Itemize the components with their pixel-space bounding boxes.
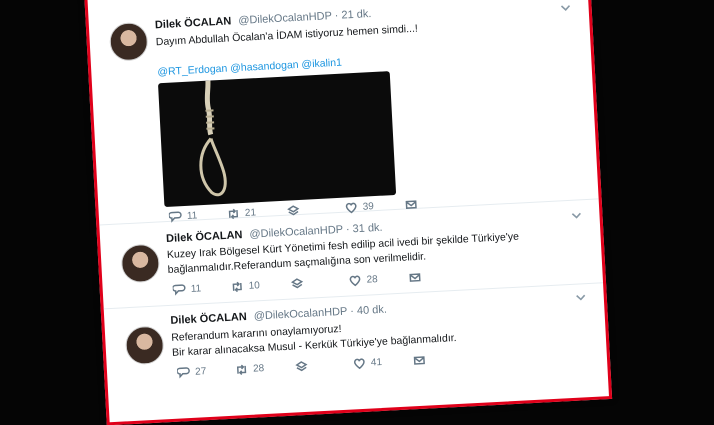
retweet-icon (232, 281, 242, 293)
chevron-down-icon[interactable] (560, 0, 571, 11)
noose-icon (199, 80, 227, 197)
chevron-down-icon[interactable] (571, 207, 582, 219)
timestamp[interactable]: · 40 dk. (350, 304, 387, 318)
heart-icon (354, 358, 365, 370)
retweet-button[interactable]: 10 (230, 278, 291, 294)
reply-icon (172, 284, 186, 296)
chevron-down-icon[interactable] (575, 289, 586, 301)
message-button[interactable] (413, 354, 427, 368)
stack-button[interactable] (295, 357, 354, 373)
reply-icon (176, 367, 190, 379)
envelope-icon (413, 356, 425, 365)
message-button[interactable] (408, 271, 422, 285)
avatar[interactable] (108, 21, 149, 62)
timestamp[interactable]: · 31 dk. (346, 222, 383, 236)
like-count: 41 (370, 356, 383, 369)
stack-icon (295, 361, 308, 372)
user-handle[interactable]: @DilekOcalanHDP (238, 10, 332, 27)
user-handle[interactable]: @DilekOcalanHDP (253, 306, 347, 323)
like-button[interactable]: 28 (348, 271, 409, 287)
display-name[interactable]: Dilek ÖCALAN (166, 229, 243, 245)
stack-icon (290, 278, 304, 289)
avatar[interactable] (120, 243, 161, 284)
screenshot-sheet: Dilek ÖCALAN @DilekOcalanHDP · 21 dk. Da… (84, 0, 613, 425)
display-name[interactable]: Dilek ÖCALAN (170, 311, 247, 327)
retweet-button[interactable]: 28 (235, 360, 296, 376)
reply-count: 27 (194, 366, 207, 378)
like-button[interactable]: 41 (353, 354, 414, 370)
noose-image[interactable] (157, 71, 397, 208)
avatar[interactable] (124, 325, 165, 366)
heart-icon (349, 275, 361, 287)
display-name[interactable]: Dilek ÖCALAN (155, 15, 232, 31)
like-count: 28 (366, 274, 378, 286)
retweet-icon (236, 364, 247, 375)
retweet-count: 28 (252, 363, 265, 375)
reply-button[interactable]: 11 (172, 281, 231, 297)
reply-count: 11 (190, 283, 202, 295)
timestamp[interactable]: · 21 dk. (334, 8, 371, 22)
stack-button[interactable] (290, 275, 349, 291)
reply-button[interactable]: 27 (176, 364, 236, 380)
envelope-icon (409, 273, 421, 282)
tweet-1[interactable]: Dilek ÖCALAN @DilekOcalanHDP · 21 dk. Da… (87, 0, 599, 226)
user-handle[interactable]: @DilekOcalanHDP (249, 224, 343, 241)
retweet-count: 10 (248, 280, 261, 292)
